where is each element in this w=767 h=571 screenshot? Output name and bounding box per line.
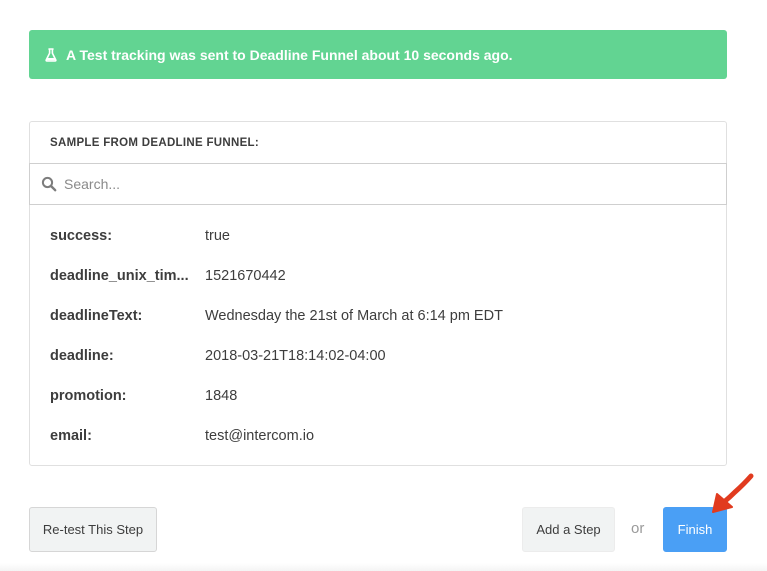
field-row-success: success: true [50, 216, 503, 256]
or-separator: or [631, 520, 645, 537]
field-row-promotion: promotion: 1848 [50, 376, 503, 416]
arrow-pointer-icon [712, 473, 754, 513]
field-key: success: [50, 228, 113, 244]
panel-title: SAMPLE FROM DEADLINE FUNNEL: [50, 137, 260, 149]
field-value: test@intercom.io [205, 428, 315, 444]
field-row-deadline-unix-timestamp: deadline_unix_tim... 1521670442 [50, 256, 503, 296]
retest-step-button[interactable]: Re-test This Step [29, 507, 157, 552]
field-key: deadlineText: [50, 308, 143, 324]
field-key: deadline_unix_tim... [50, 268, 189, 284]
field-row-deadline-text: deadlineText: Wednesday the 21st of Marc… [50, 296, 503, 336]
field-key: deadline: [50, 348, 114, 364]
field-key: email: [50, 428, 92, 444]
success-banner: A Test tracking was sent to Deadline Fun… [29, 30, 727, 79]
search-icon [41, 176, 57, 192]
sample-panel: SAMPLE FROM DEADLINE FUNNEL: success: tr… [29, 121, 727, 466]
field-row-deadline: deadline: 2018-03-21T18:14:02-04:00 [50, 336, 503, 376]
add-step-button[interactable]: Add a Step [522, 507, 615, 552]
field-value: 1521670442 [205, 268, 286, 284]
page-bottom-edge [0, 563, 767, 571]
field-value: true [205, 228, 230, 244]
flask-icon [45, 47, 57, 62]
search-box[interactable] [29, 163, 727, 205]
field-value: 1848 [205, 388, 238, 404]
field-value: 2018-03-21T18:14:02-04:00 [205, 348, 386, 364]
banner-message: A Test tracking was sent to Deadline Fun… [66, 46, 513, 63]
field-row-email: email: test@intercom.io [50, 416, 503, 456]
field-list: success: true deadline_unix_tim... 15216… [50, 216, 503, 456]
field-key: promotion: [50, 388, 127, 404]
field-value: Wednesday the 21st of March at 6:14 pm E… [205, 308, 503, 324]
search-input[interactable] [62, 175, 666, 193]
